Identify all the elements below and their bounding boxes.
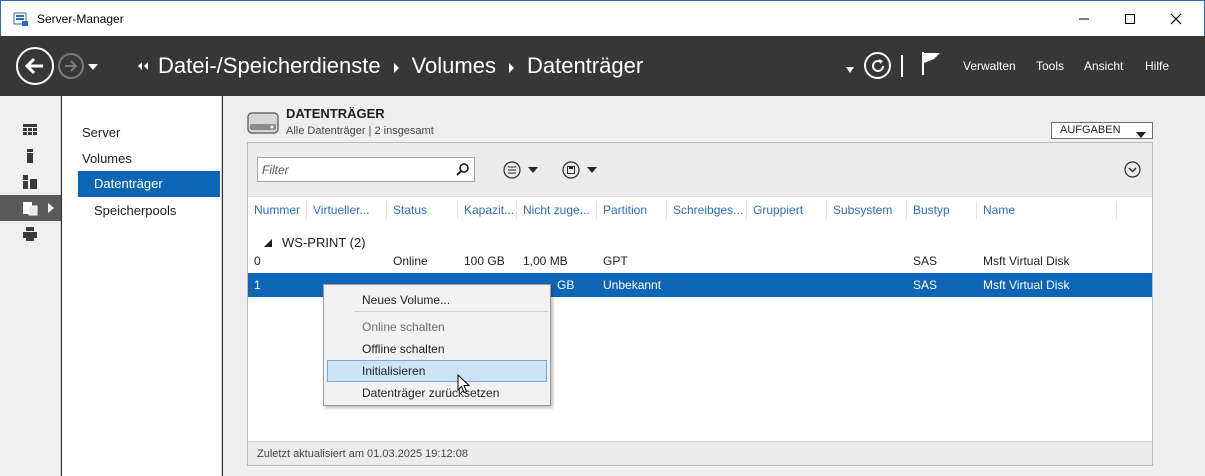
breadcrumb-separator-icon [508,53,515,79]
column-header[interactable]: Schreibges... [667,201,747,219]
cell-kapazitaet: 100 GB [464,254,505,268]
notifications-flag-icon[interactable] [921,51,941,78]
tasks-label: AUFGABEN [1060,124,1121,136]
nav-item-server[interactable]: Server [78,120,220,146]
breadcrumb-separator-icon [393,53,400,79]
filter-input[interactable]: Filter [257,157,475,182]
nav-item-volumes[interactable]: Volumes [78,146,220,172]
column-header[interactable]: Bustyp [907,201,977,219]
menu-ansicht[interactable]: Ansicht [1084,59,1123,73]
column-header[interactable]: Gruppiert [747,201,827,219]
cell-bustyp: SAS [913,278,938,292]
column-header[interactable]: Partition [597,201,667,219]
section-title: DATENTRÄGER [286,106,385,121]
cell-nicht-zugeordnet: GB [557,278,575,292]
search-icon[interactable] [456,162,470,179]
file-storage-icon[interactable] [0,195,61,221]
column-header[interactable]: Kapazit... [458,201,517,219]
tasks-dropdown[interactable]: AUFGABEN [1051,122,1153,139]
list-options-button[interactable] [503,161,538,179]
menu-item-initialisieren[interactable]: Initialisieren [327,360,547,382]
dropdown-icon[interactable] [846,62,854,76]
group-header[interactable]: WS-PRINT (2) [264,235,366,250]
filter-placeholder: Filter [262,163,289,177]
disk-icon [247,112,279,137]
panel-toolbar: Filter [248,143,1152,197]
cell-partition: Unbekannt [603,278,662,292]
cell-name: Msft Virtual Disk [983,254,1070,268]
chevron-down-icon [1136,128,1146,143]
section-subtitle: Alle Datenträger | 2 insgesamt [286,125,434,137]
column-header[interactable]: Status [387,201,458,219]
breadcrumb-item[interactable]: Datenträger [527,53,643,79]
column-header[interactable]: Nummer [248,201,307,219]
maximize-button[interactable] [1107,1,1153,37]
header-bar: Datei-/Speicherdienste Volumes Datenträg… [0,36,1205,96]
dashboard-icon[interactable] [0,117,61,143]
server-manager-icon [13,11,29,27]
menu-verwalten[interactable]: Verwalten [963,59,1016,73]
cell-bustyp: SAS [913,254,938,268]
menu-item-offline-schalten[interactable]: Offline schalten [327,338,547,360]
collapse-triangle-icon[interactable] [264,235,272,250]
menu-separator [354,311,548,312]
context-menu: Neues Volume... Online schalten Offline … [323,284,551,406]
all-servers-icon[interactable] [0,169,61,195]
menu-hilfe[interactable]: Hilfe [1145,59,1169,73]
header-divider [901,55,903,77]
cell-name: Msft Virtual Disk [983,278,1070,292]
cell-status: Online [393,254,428,268]
save-query-button[interactable] [562,161,597,179]
arrow-left-icon [24,57,43,75]
refresh-icon [871,58,884,72]
back-button[interactable] [16,47,54,85]
menu-tools[interactable]: Tools [1036,59,1064,73]
column-header[interactable]: Nicht zuge... [517,201,597,219]
history-dropdown-icon[interactable] [88,60,98,74]
mouse-cursor-icon [457,373,471,397]
status-bar: Zuletzt aktualisiert am 01.03.2025 19:12… [248,441,1152,465]
menu-item-datentraeger-zuruecksetzen[interactable]: Datenträger zurücksetzen [327,382,547,404]
nav-panel: Server Volumes Datenträger Speicherpools [62,96,222,476]
save-icon [562,161,580,179]
breadcrumb-item[interactable]: Volumes [412,53,496,79]
icon-strip [0,96,61,476]
title-bar: Server-Manager [0,0,1205,36]
column-header[interactable]: Name [977,201,1117,219]
group-label: WS-PRINT (2) [282,235,366,250]
local-server-icon[interactable] [0,143,61,169]
column-header[interactable]: Subsystem [827,201,907,219]
list-icon [503,161,521,179]
breadcrumb-back-icon[interactable] [137,60,149,75]
grid-header: Nummer Virtueller... Status Kapazit... N… [248,201,1152,219]
expand-collapse-icon[interactable] [1124,161,1141,181]
nav-item-datentraeger[interactable]: Datenträger [78,171,220,197]
cell-nummer: 1 [254,278,261,292]
window-title: Server-Manager [37,12,124,26]
nav-item-speicherpools[interactable]: Speicherpools [78,198,220,224]
column-header[interactable]: Virtueller... [307,201,387,219]
cell-partition: GPT [603,254,628,268]
chevron-right-icon [48,203,54,213]
chevron-down-icon [587,167,597,173]
breadcrumb-item[interactable]: Datei-/Speicherdienste [158,53,381,79]
refresh-button[interactable] [864,52,891,79]
menu-item-online-schalten[interactable]: Online schalten [327,316,547,338]
forward-button[interactable] [58,53,84,79]
cell-nummer: 0 [254,254,261,268]
table-row[interactable]: 0 Online 100 GB 1,00 MB GPT SAS Msft Vir… [248,249,1152,273]
minimize-button[interactable] [1061,1,1107,37]
menu-item-neues-volume[interactable]: Neues Volume... [327,289,547,311]
print-services-icon[interactable] [0,221,61,247]
cell-nicht-zugeordnet: 1,00 MB [523,254,568,268]
breadcrumb: Datei-/Speicherdienste Volumes Datenträg… [158,53,643,79]
chevron-down-icon [528,167,538,173]
close-button[interactable] [1153,1,1199,37]
arrow-right-icon [65,60,78,72]
